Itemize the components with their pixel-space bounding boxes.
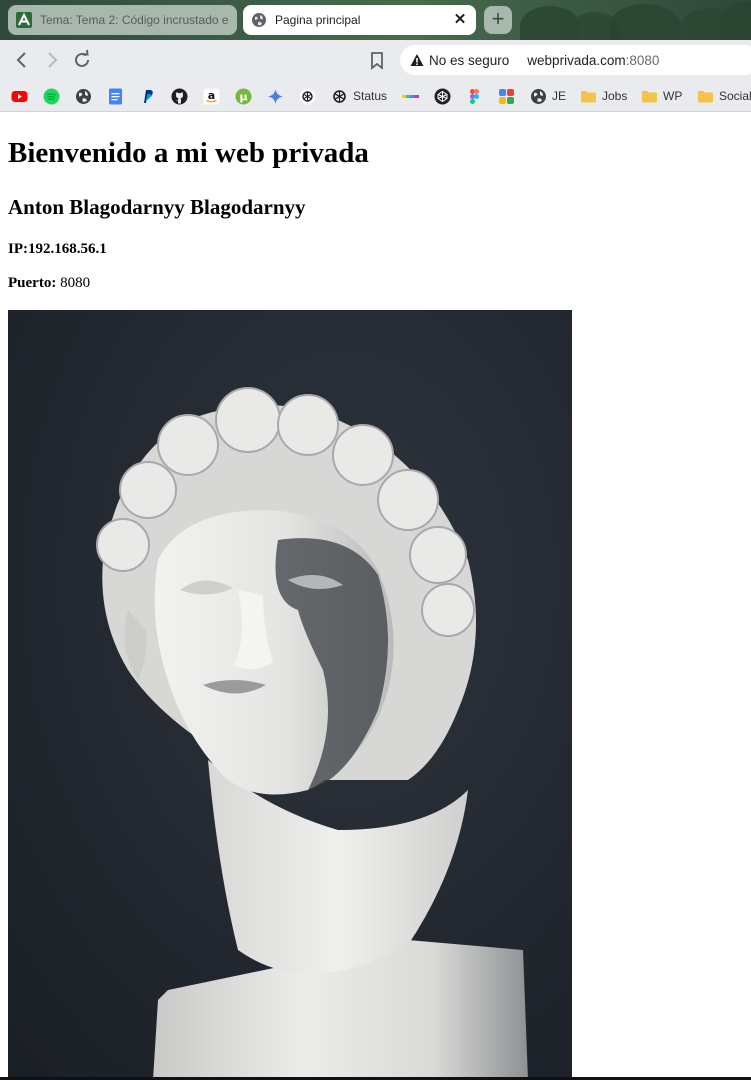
bookmark-folder-jobs[interactable]: Jobs — [580, 87, 627, 105]
address-bar[interactable]: No es seguro webprivada.com:8080 — [400, 45, 751, 75]
page-content: Bienvenido a mi web privada Anton Blagod… — [0, 113, 751, 1080]
bookmark-apps[interactable] — [498, 87, 515, 105]
bookmark-codepen[interactable] — [434, 87, 451, 105]
tab-strip: Tema: Tema 2: Código incrustado e Pagina… — [0, 0, 751, 40]
figma-icon — [470, 88, 479, 104]
folder-icon — [642, 90, 657, 102]
amazon-icon: a — [203, 88, 220, 104]
bookmark-je[interactable]: JE — [530, 87, 566, 105]
port-value: 8080 — [60, 275, 91, 291]
ip-address: IP:192.168.56.1 — [8, 241, 107, 257]
bookmarks-bar: a µ Status JE Jobs WP Social — [0, 80, 751, 112]
author-name: Anton Blagodarnyy Blagodarnyy — [8, 195, 306, 219]
bookmark-label: JE — [552, 89, 567, 103]
page-heading: Bienvenido a mi web privada — [8, 137, 369, 169]
folder-icon — [698, 90, 713, 102]
globe-icon — [76, 88, 91, 104]
folder-icon — [581, 90, 596, 102]
url-port: :8080 — [625, 52, 660, 68]
port-label: Puerto: — [8, 275, 57, 291]
bookmark-figma[interactable] — [466, 87, 483, 105]
warning-icon[interactable] — [410, 53, 424, 67]
bookmark-amazon[interactable]: a — [203, 87, 220, 105]
chatgpt-icon — [299, 88, 316, 104]
bookmark-globe[interactable] — [75, 87, 92, 105]
bookmark-spotify[interactable] — [43, 87, 60, 105]
bookmark-chatgpt[interactable] — [299, 87, 316, 105]
globe-icon — [531, 88, 546, 104]
openai-icon — [333, 89, 346, 103]
svg-text:µ: µ — [239, 90, 247, 103]
url-host: webprivada.com — [527, 52, 626, 68]
bookmark-status[interactable]: Status — [331, 87, 387, 105]
tab-moodle[interactable]: Tema: Tema 2: Código incrustado e — [8, 5, 237, 35]
bookmark-folder-social[interactable]: Social — [697, 87, 751, 105]
close-tab-icon[interactable]: ✕ — [452, 12, 468, 28]
forward-icon[interactable] — [40, 48, 64, 72]
moodle-icon — [16, 12, 32, 28]
toolbar: No es seguro webprivada.com:8080 — [0, 40, 751, 80]
youtube-icon — [11, 90, 28, 102]
bookmark-icon[interactable] — [366, 49, 388, 71]
bookmark-paypal[interactable] — [139, 87, 156, 105]
gemini-icon — [268, 88, 283, 104]
github-icon — [171, 88, 188, 104]
reload-icon[interactable] — [70, 48, 94, 72]
bookmark-label: Status — [353, 89, 388, 103]
docs-icon — [109, 88, 122, 104]
tab-title: Tema: Tema 2: Código incrustado e — [40, 13, 229, 27]
bookmark-folder-wp[interactable]: WP — [641, 87, 682, 105]
bookmark-label: Jobs — [602, 89, 628, 103]
bookmark-docs[interactable] — [107, 87, 124, 105]
bookmark-label: WP — [663, 89, 683, 103]
bookmark-utorrent[interactable]: µ — [235, 87, 252, 105]
svg-text:a: a — [208, 89, 215, 102]
paypal-icon — [144, 89, 153, 103]
security-label[interactable]: No es seguro — [429, 53, 509, 68]
codepen-icon — [434, 88, 451, 104]
statue-bust-photo — [8, 310, 572, 1080]
port-line: Puerto: 8080 — [8, 275, 90, 292]
bookmark-youtube[interactable] — [11, 87, 28, 105]
bookmark-colorbar[interactable] — [402, 87, 419, 105]
utorrent-icon: µ — [235, 88, 252, 104]
bookmark-github[interactable] — [171, 87, 188, 105]
globe-icon — [252, 13, 266, 27]
spotify-icon — [43, 88, 60, 104]
apps-icon — [499, 88, 514, 104]
back-icon[interactable] — [10, 48, 34, 72]
tab-pagina-principal[interactable]: Pagina principal ✕ — [243, 5, 476, 35]
bookmark-label: Social — [719, 89, 751, 103]
new-tab-button[interactable]: + — [484, 6, 512, 34]
tab-title: Pagina principal — [275, 13, 361, 27]
bookmark-gemini[interactable] — [267, 87, 284, 105]
colorbar-icon — [402, 94, 419, 98]
